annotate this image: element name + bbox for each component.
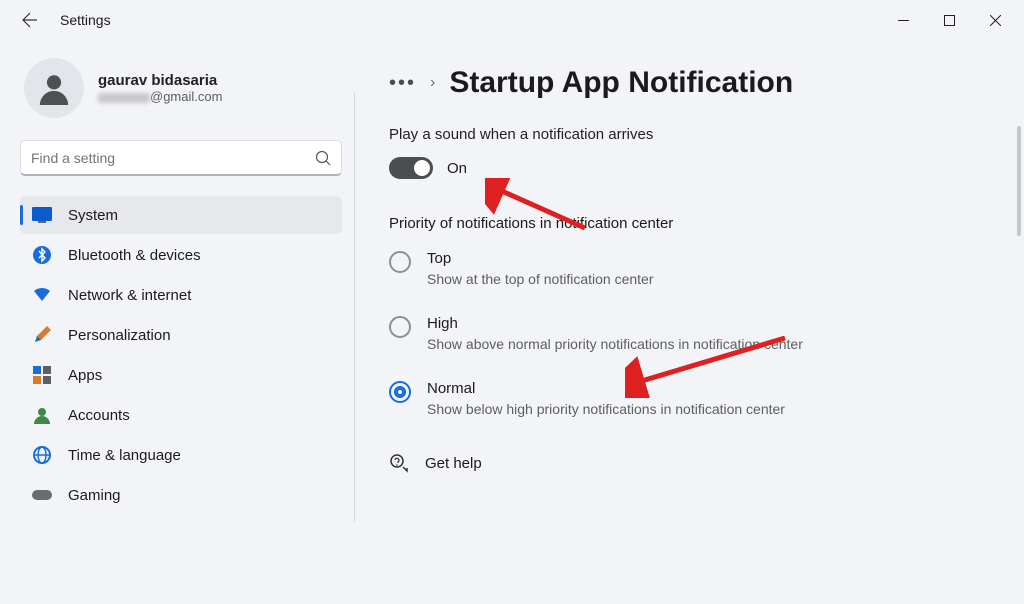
sound-toggle-row: On [389, 157, 1002, 179]
bluetooth-icon [32, 245, 52, 265]
maximize-button[interactable] [926, 3, 972, 37]
sidebar-item-system[interactable]: System [20, 196, 342, 234]
sidebar-item-label: Gaming [68, 487, 121, 504]
scrollbar[interactable] [1017, 126, 1021, 236]
priority-option-high[interactable]: High Show above normal priority notifica… [389, 315, 1002, 352]
help-label: Get help [425, 455, 482, 472]
sidebar-item-bluetooth[interactable]: Bluetooth & devices [20, 236, 342, 274]
main-area: gaurav bidasaria @gmail.com System Bluet… [0, 40, 1024, 604]
globe-icon [32, 445, 52, 465]
get-help-link[interactable]: Get help [389, 453, 1002, 473]
gaming-icon [32, 485, 52, 505]
titlebar: Settings [0, 0, 1024, 40]
minimize-icon [898, 15, 909, 26]
option-title: Normal [427, 380, 785, 397]
system-icon [32, 205, 52, 225]
option-desc: Show below high priority notifications i… [427, 401, 785, 417]
arrow-left-icon [22, 12, 38, 28]
help-icon [389, 453, 409, 473]
breadcrumb: ••• › Startup App Notification [389, 66, 1002, 100]
sidebar-item-label: Time & language [68, 447, 181, 464]
sidebar-item-apps[interactable]: Apps [20, 356, 342, 394]
chevron-right-icon: › [430, 74, 435, 92]
user-profile[interactable]: gaurav bidasaria @gmail.com [24, 58, 344, 118]
priority-section-title: Priority of notifications in notificatio… [389, 215, 1002, 232]
sidebar-item-accounts[interactable]: Accounts [20, 396, 342, 434]
search-icon [315, 150, 331, 166]
search-box[interactable] [20, 140, 342, 176]
avatar [24, 58, 84, 118]
option-desc: Show above normal priority notifications… [427, 336, 803, 352]
sidebar-item-label: Accounts [68, 407, 130, 424]
close-icon [990, 15, 1001, 26]
window-title: Settings [60, 12, 111, 28]
page-title: Startup App Notification [449, 66, 793, 100]
sidebar-item-personalization[interactable]: Personalization [20, 316, 342, 354]
priority-option-normal[interactable]: Normal Show below high priority notifica… [389, 380, 1002, 417]
minimize-button[interactable] [880, 3, 926, 37]
radio-icon [389, 251, 411, 273]
person-icon [37, 71, 71, 105]
user-name: gaurav bidasaria [98, 72, 222, 89]
sound-toggle[interactable] [389, 157, 433, 179]
back-button[interactable] [14, 4, 46, 36]
sidebar-item-label: Apps [68, 367, 102, 384]
content-area: ••• › Startup App Notification Play a so… [355, 58, 1024, 604]
sidebar-item-gaming[interactable]: Gaming [20, 476, 342, 514]
close-button[interactable] [972, 3, 1018, 37]
priority-option-top[interactable]: Top Show at the top of notification cent… [389, 250, 1002, 287]
user-text: gaurav bidasaria @gmail.com [98, 72, 222, 104]
option-desc: Show at the top of notification center [427, 271, 653, 287]
user-email: @gmail.com [98, 89, 222, 104]
sidebar-item-time-language[interactable]: Time & language [20, 436, 342, 474]
sound-setting-label: Play a sound when a notification arrives [389, 126, 1002, 143]
toggle-state-label: On [447, 160, 467, 177]
sidebar-item-label: Bluetooth & devices [68, 247, 201, 264]
sidebar-item-label: Network & internet [68, 287, 191, 304]
radio-icon [389, 316, 411, 338]
search-input[interactable] [31, 150, 315, 166]
brush-icon [32, 325, 52, 345]
sidebar: gaurav bidasaria @gmail.com System Bluet… [18, 58, 354, 604]
sidebar-item-label: System [68, 207, 118, 224]
maximize-icon [944, 15, 955, 26]
option-title: High [427, 315, 803, 332]
option-title: Top [427, 250, 653, 267]
window-controls [880, 3, 1018, 37]
sidebar-item-label: Personalization [68, 327, 171, 344]
account-icon [32, 405, 52, 425]
nav: System Bluetooth & devices Network & int… [18, 196, 354, 514]
sidebar-item-network[interactable]: Network & internet [20, 276, 342, 314]
breadcrumb-ellipsis[interactable]: ••• [389, 72, 416, 95]
apps-icon [32, 365, 52, 385]
wifi-icon [32, 285, 52, 305]
radio-icon [389, 381, 411, 403]
